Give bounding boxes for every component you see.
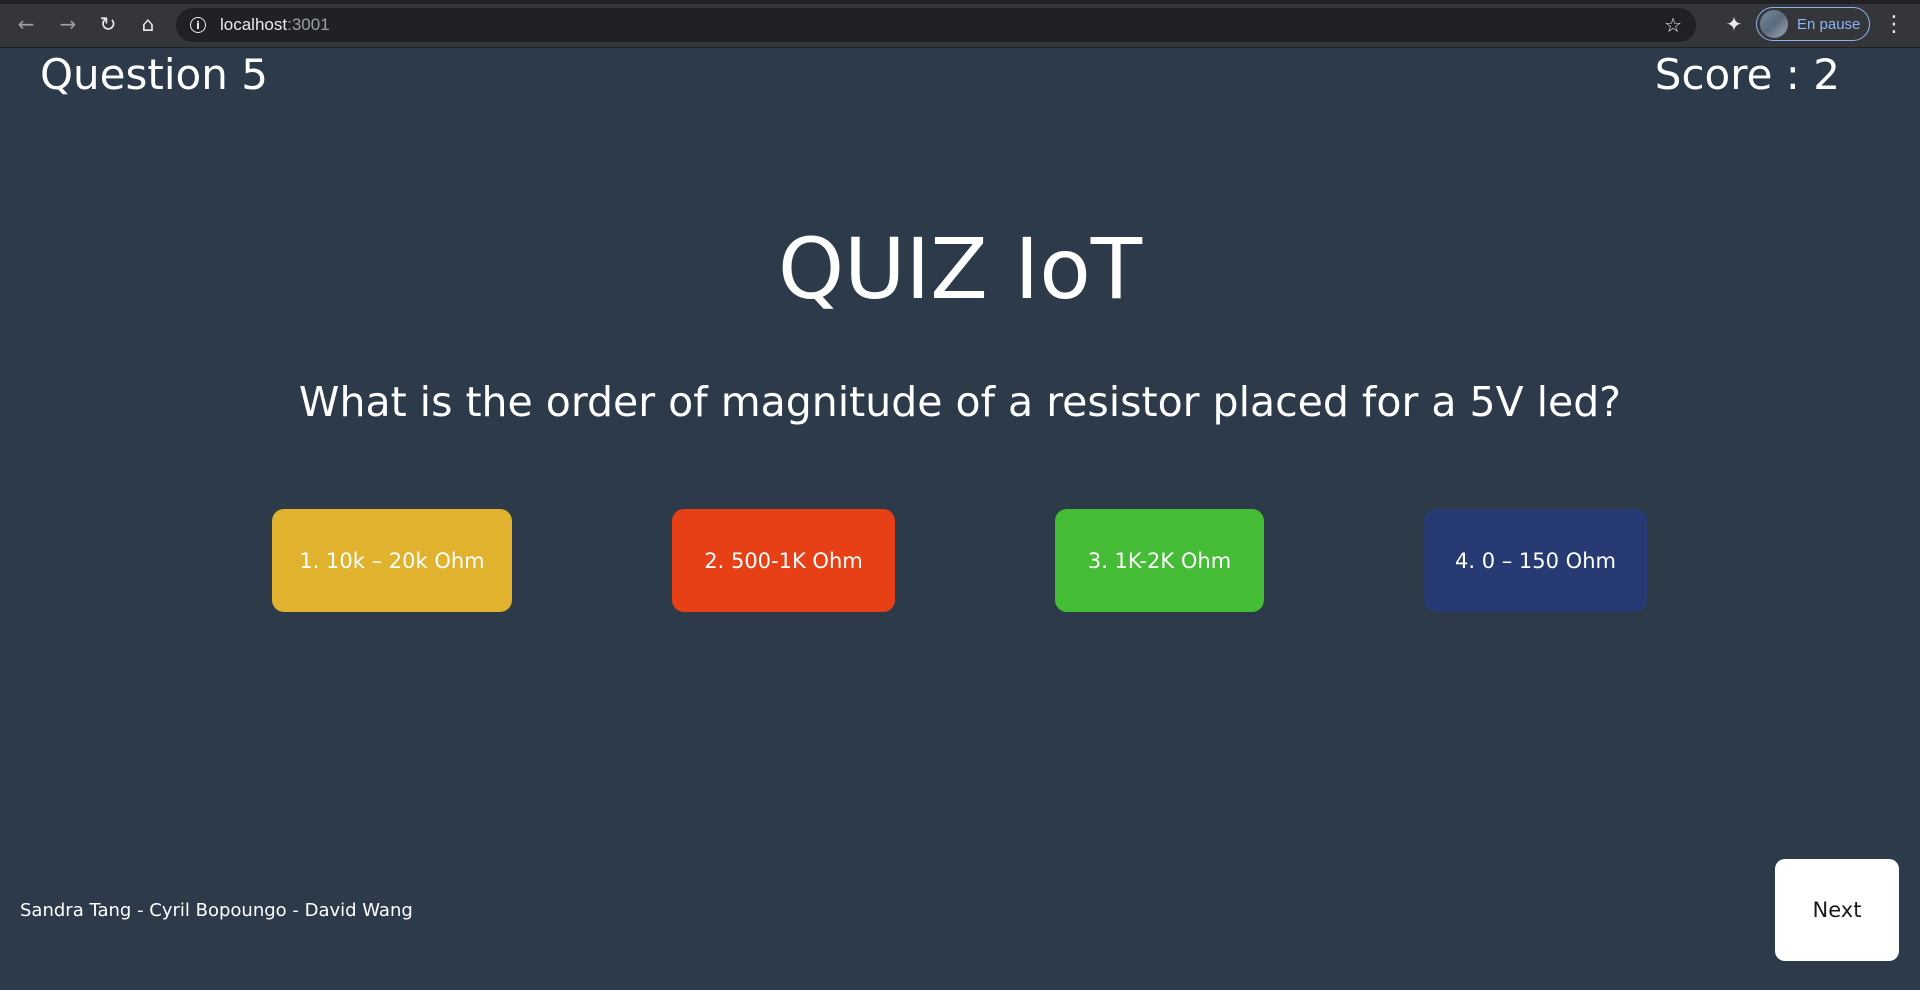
- bookmark-star-icon[interactable]: ☆: [1664, 13, 1682, 37]
- address-bar[interactable]: i localhost:3001 ☆: [176, 8, 1696, 42]
- page-title: QUIZ IoT: [777, 220, 1143, 318]
- profile-status-label: En pause: [1797, 15, 1861, 33]
- quiz-page: Question 5 Score : 2 QUIZ IoT What is th…: [0, 48, 1920, 990]
- tab-strip: [0, 0, 1920, 4]
- avatar: [1760, 10, 1788, 38]
- site-info-icon[interactable]: i: [190, 17, 206, 33]
- forward-icon[interactable]: →: [54, 10, 82, 38]
- answer-button-1[interactable]: 1. 10k – 20k Ohm: [272, 509, 512, 612]
- url-port: :3001: [287, 15, 330, 34]
- answer-button-2[interactable]: 2. 500-1K Ohm: [672, 509, 895, 612]
- browser-menu-icon[interactable]: ⋮: [1880, 10, 1908, 38]
- url-host: localhost: [220, 15, 288, 34]
- answer-button-3[interactable]: 3. 1K-2K Ohm: [1055, 509, 1264, 612]
- score-display: Score : 2: [1654, 50, 1840, 99]
- reload-icon[interactable]: ↻: [94, 10, 122, 38]
- answer-button-4[interactable]: 4. 0 – 150 Ohm: [1424, 509, 1647, 612]
- question-number: Question 5: [40, 50, 268, 99]
- question-text: What is the order of magnitude of a resi…: [298, 378, 1622, 426]
- extensions-puzzle-icon[interactable]: ✦: [1720, 10, 1748, 38]
- url-text[interactable]: localhost:3001: [220, 15, 330, 35]
- home-icon[interactable]: ⌂: [134, 10, 162, 38]
- profile-button[interactable]: En pause: [1756, 7, 1870, 41]
- browser-toolbar: ← → ↻ ⌂ i localhost:3001 ☆ ✦ En pause ⋮: [0, 0, 1920, 48]
- next-button[interactable]: Next: [1775, 859, 1899, 961]
- back-icon[interactable]: ←: [12, 10, 40, 38]
- authors-credit: Sandra Tang - Cyril Bopoungo - David Wan…: [20, 900, 413, 921]
